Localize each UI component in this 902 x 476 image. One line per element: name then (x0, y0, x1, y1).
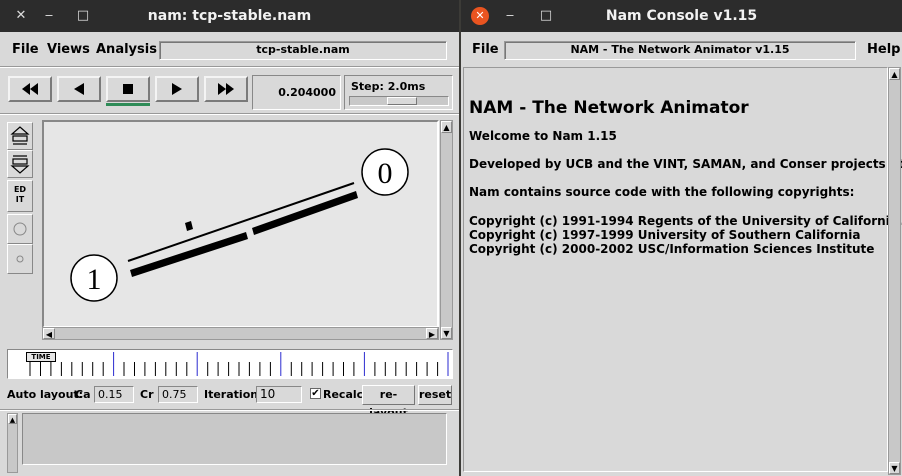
step-label: Step: 2.0ms (351, 80, 426, 93)
reset-button[interactable]: reset (418, 385, 452, 405)
packet (185, 221, 193, 231)
annotation-panel[interactable] (22, 413, 447, 465)
console-title: Nam Console v1.15 (605, 8, 758, 24)
console-copyright-line: Copyright (c) 1991-1994 Regents of the U… (469, 214, 902, 228)
scroll-right-icon[interactable]: ▶ (426, 328, 438, 339)
console-copyright-line: Copyright (c) 2000-2002 USC/Information … (469, 242, 875, 256)
network-canvas[interactable]: 0 1 (42, 120, 439, 328)
fast-rewind-icon (22, 83, 38, 95)
play-forward-button[interactable] (155, 76, 199, 102)
timeline-marker-label: TIME (31, 353, 51, 361)
auto-layout-row: Auto layout: Ca 0.15 Cr 0.75 Iterations … (0, 382, 459, 419)
timeline-marker[interactable]: TIME (26, 352, 56, 362)
node-tool-button[interactable] (7, 214, 33, 244)
console-menu-help[interactable]: Help (867, 42, 900, 57)
play-backward-icon (74, 83, 84, 95)
console-banner: NAM - The Network Animator v1.15 (504, 41, 856, 60)
network-topology: 0 1 (70, 148, 409, 302)
fast-forward-icon (218, 83, 234, 95)
menu-analysis[interactable]: Analysis (96, 42, 157, 57)
step-slider-thumb[interactable] (387, 97, 417, 105)
nam-window: ✕ ‒ □ nam: tcp-stable.nam File Views Ana… (0, 0, 459, 476)
tool-column: ED IT (7, 122, 33, 342)
zoom-out-button[interactable] (7, 150, 33, 178)
scroll-left-icon[interactable]: ◀ (43, 328, 55, 339)
play-forward-icon (172, 83, 182, 95)
menu-views[interactable]: Views (47, 42, 90, 57)
menu-bar: File Views Analysis tcp-stable.nam (0, 38, 459, 62)
console-menu-bar: File NAM - The Network Animator v1.15 He… (461, 38, 902, 62)
link-line (127, 182, 355, 262)
divider (0, 113, 459, 115)
timeline-ticks (29, 352, 449, 376)
stop-active-indicator (106, 103, 150, 106)
trace-filename: tcp-stable.nam (159, 41, 447, 60)
console-welcome: Welcome to Nam 1.15 (469, 129, 617, 143)
rewind-button[interactable] (8, 76, 52, 102)
title-bar: ✕ ‒ □ nam: tcp-stable.nam (0, 0, 459, 32)
menu-file[interactable]: File (12, 42, 39, 57)
cr-label: Cr (140, 388, 154, 401)
play-backward-button[interactable] (57, 76, 101, 102)
edit-button[interactable]: ED IT (7, 180, 33, 212)
circle-icon (13, 222, 27, 236)
console-title-bar: ✕ ‒ □ Nam Console v1.15 (461, 0, 902, 32)
divider (0, 66, 459, 68)
console-copyright-line: Copyright (c) 1997-1999 University of So… (469, 228, 861, 242)
recalc-label: Recalc (323, 388, 364, 401)
scroll-up-icon[interactable]: ▲ (889, 68, 900, 80)
step-control: Step: 2.0ms (344, 75, 453, 110)
canvas-horizontal-scrollbar[interactable]: ◀ ▶ (42, 327, 439, 340)
console-contains: Nam contains source code with the follow… (469, 185, 855, 199)
cr-input[interactable]: 0.75 (158, 386, 198, 403)
small-circle-icon (16, 255, 24, 263)
console-menu-file[interactable]: File (472, 42, 499, 57)
auto-layout-label: Auto layout: (7, 388, 84, 401)
stop-button[interactable] (106, 76, 150, 102)
stop-icon (123, 84, 133, 94)
ca-label: Ca (75, 388, 91, 401)
node-0-label: 0 (378, 157, 393, 190)
recalc-checkbox[interactable]: ✔ (310, 388, 321, 399)
zoom-out-icon (10, 155, 30, 174)
scroll-down-icon[interactable]: ▼ (441, 327, 452, 339)
iterations-input[interactable]: 10 (256, 386, 302, 403)
scroll-up-icon[interactable]: ▲ (441, 121, 452, 133)
divider (0, 409, 459, 411)
zoom-in-icon (10, 126, 30, 145)
ca-input[interactable]: 0.15 (94, 386, 134, 403)
canvas-vertical-scrollbar[interactable]: ▲ ▼ (440, 120, 453, 340)
scroll-down-icon[interactable]: ▼ (889, 462, 900, 474)
console-developed: Developed by UCB and the VINT, SAMAN, an… (469, 157, 902, 171)
agent-tool-button[interactable] (7, 244, 33, 274)
scroll-up-icon[interactable]: ▲ (8, 414, 17, 424)
annotation-scrollbar[interactable]: ▲ (7, 413, 18, 473)
step-slider[interactable] (349, 96, 449, 106)
console-text-area[interactable]: NAM - The Network Animator Welcome to Na… (463, 67, 902, 472)
console-vertical-scrollbar[interactable]: ▲ ▼ (888, 67, 901, 475)
console-heading: NAM - The Network Animator (469, 98, 749, 118)
current-time: 0.204000 (278, 86, 336, 99)
relayout-button[interactable]: re-layout (362, 385, 415, 419)
window-title: nam: tcp-stable.nam (147, 8, 312, 24)
node-1-label: 1 (87, 263, 102, 296)
time-display: 0.204000 (252, 75, 341, 110)
zoom-in-button[interactable] (7, 122, 33, 150)
fast-forward-button[interactable] (204, 76, 248, 102)
timeline-slider[interactable]: TIME (7, 349, 453, 379)
